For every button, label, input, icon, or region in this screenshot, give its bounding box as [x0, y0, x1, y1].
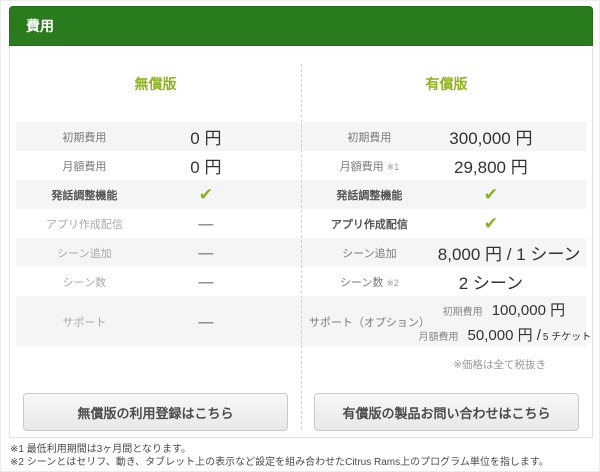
support-sub-label: 初期費用 [443, 303, 483, 318]
dash-icon: — [198, 216, 213, 233]
pricing-panel: 費用 無償版 有償版 初期費用 0 円 初期費用 300,000 円 [9, 6, 593, 438]
dash-icon: — [198, 314, 213, 331]
column-divider [301, 64, 302, 429]
footnote-2: ※2 シーンとはセリフ、動き、タブレット上の表示など設定を組み合わせたCitru… [10, 456, 595, 469]
row-label: 月額費用※1 [301, 158, 438, 174]
footnotes: ※1 最低利用期間は3ヶ月間となります。 ※2 シーンとはセリフ、動き、タブレッ… [10, 443, 595, 469]
row-value: 300,000 円 [438, 124, 586, 149]
row-value: 2 シーン [438, 269, 586, 294]
row-label: シーン数 [16, 274, 153, 290]
row-label: 月額費用 [16, 158, 153, 174]
panel-header: 費用 [9, 6, 593, 46]
row-label: 初期費用 [16, 129, 153, 145]
row-label: アプリ作成配信 [16, 216, 153, 232]
tax-note: ※価格は全て税抜き [301, 357, 592, 372]
check-icon: ✔ [484, 214, 498, 233]
support-sub-label: 月額費用 [419, 328, 459, 343]
footnote-1: ※1 最低利用期間は3ヶ月間となります。 [10, 443, 595, 456]
support-sub-suffix: 5 チケット [543, 328, 591, 343]
paid-contact-button[interactable]: 有償版の製品お問い合わせはこちら [314, 393, 579, 431]
row-value: 0 円 [153, 153, 301, 178]
panel-body: 無償版 有償版 初期費用 0 円 初期費用 300,000 円 [9, 46, 593, 438]
support-pricing: 初期費用 100,000 円 月額費用 50,000 円 / 5 チケット [438, 299, 586, 345]
panel-title: 費用 [26, 18, 54, 34]
row-value: 0 円 [153, 124, 301, 149]
free-column-header: 無償版 [10, 74, 301, 94]
support-option-label: サポート（オプション） [301, 314, 438, 330]
row-value: 8,000 円 / 1 シーン [438, 240, 586, 265]
footnote-marker: ※2 [386, 278, 399, 288]
row-label: サポート [16, 314, 153, 330]
support-sub-value: 100,000 円 [492, 299, 565, 320]
pricing-page: 費用 無償版 有償版 初期費用 0 円 初期費用 300,000 円 [0, 0, 600, 472]
row-label: 発話調整機能 [16, 187, 153, 203]
dash-icon: — [198, 274, 213, 291]
row-label: アプリ作成配信 [301, 216, 438, 232]
support-sub-value: 50,000 円 / [468, 324, 541, 345]
footnote-marker: ※1 [387, 162, 400, 172]
dash-icon: — [198, 245, 213, 262]
support-initial-line: 初期費用 100,000 円 [438, 299, 572, 320]
row-label: シーン追加 [16, 245, 153, 261]
check-icon: ✔ [484, 185, 498, 204]
paid-column-header: 有償版 [301, 74, 592, 94]
check-icon: ✔ [199, 185, 213, 204]
row-label: 発話調整機能 [301, 187, 438, 203]
free-register-button[interactable]: 無償版の利用登録はこちら [23, 393, 288, 431]
row-label: シーン追加 [301, 245, 438, 261]
support-monthly-line: 月額費用 50,000 円 / 5 チケット [438, 324, 572, 345]
row-value: 29,800 円 [438, 153, 586, 178]
row-label: シーン数※2 [301, 274, 438, 290]
row-label: 初期費用 [301, 129, 438, 145]
